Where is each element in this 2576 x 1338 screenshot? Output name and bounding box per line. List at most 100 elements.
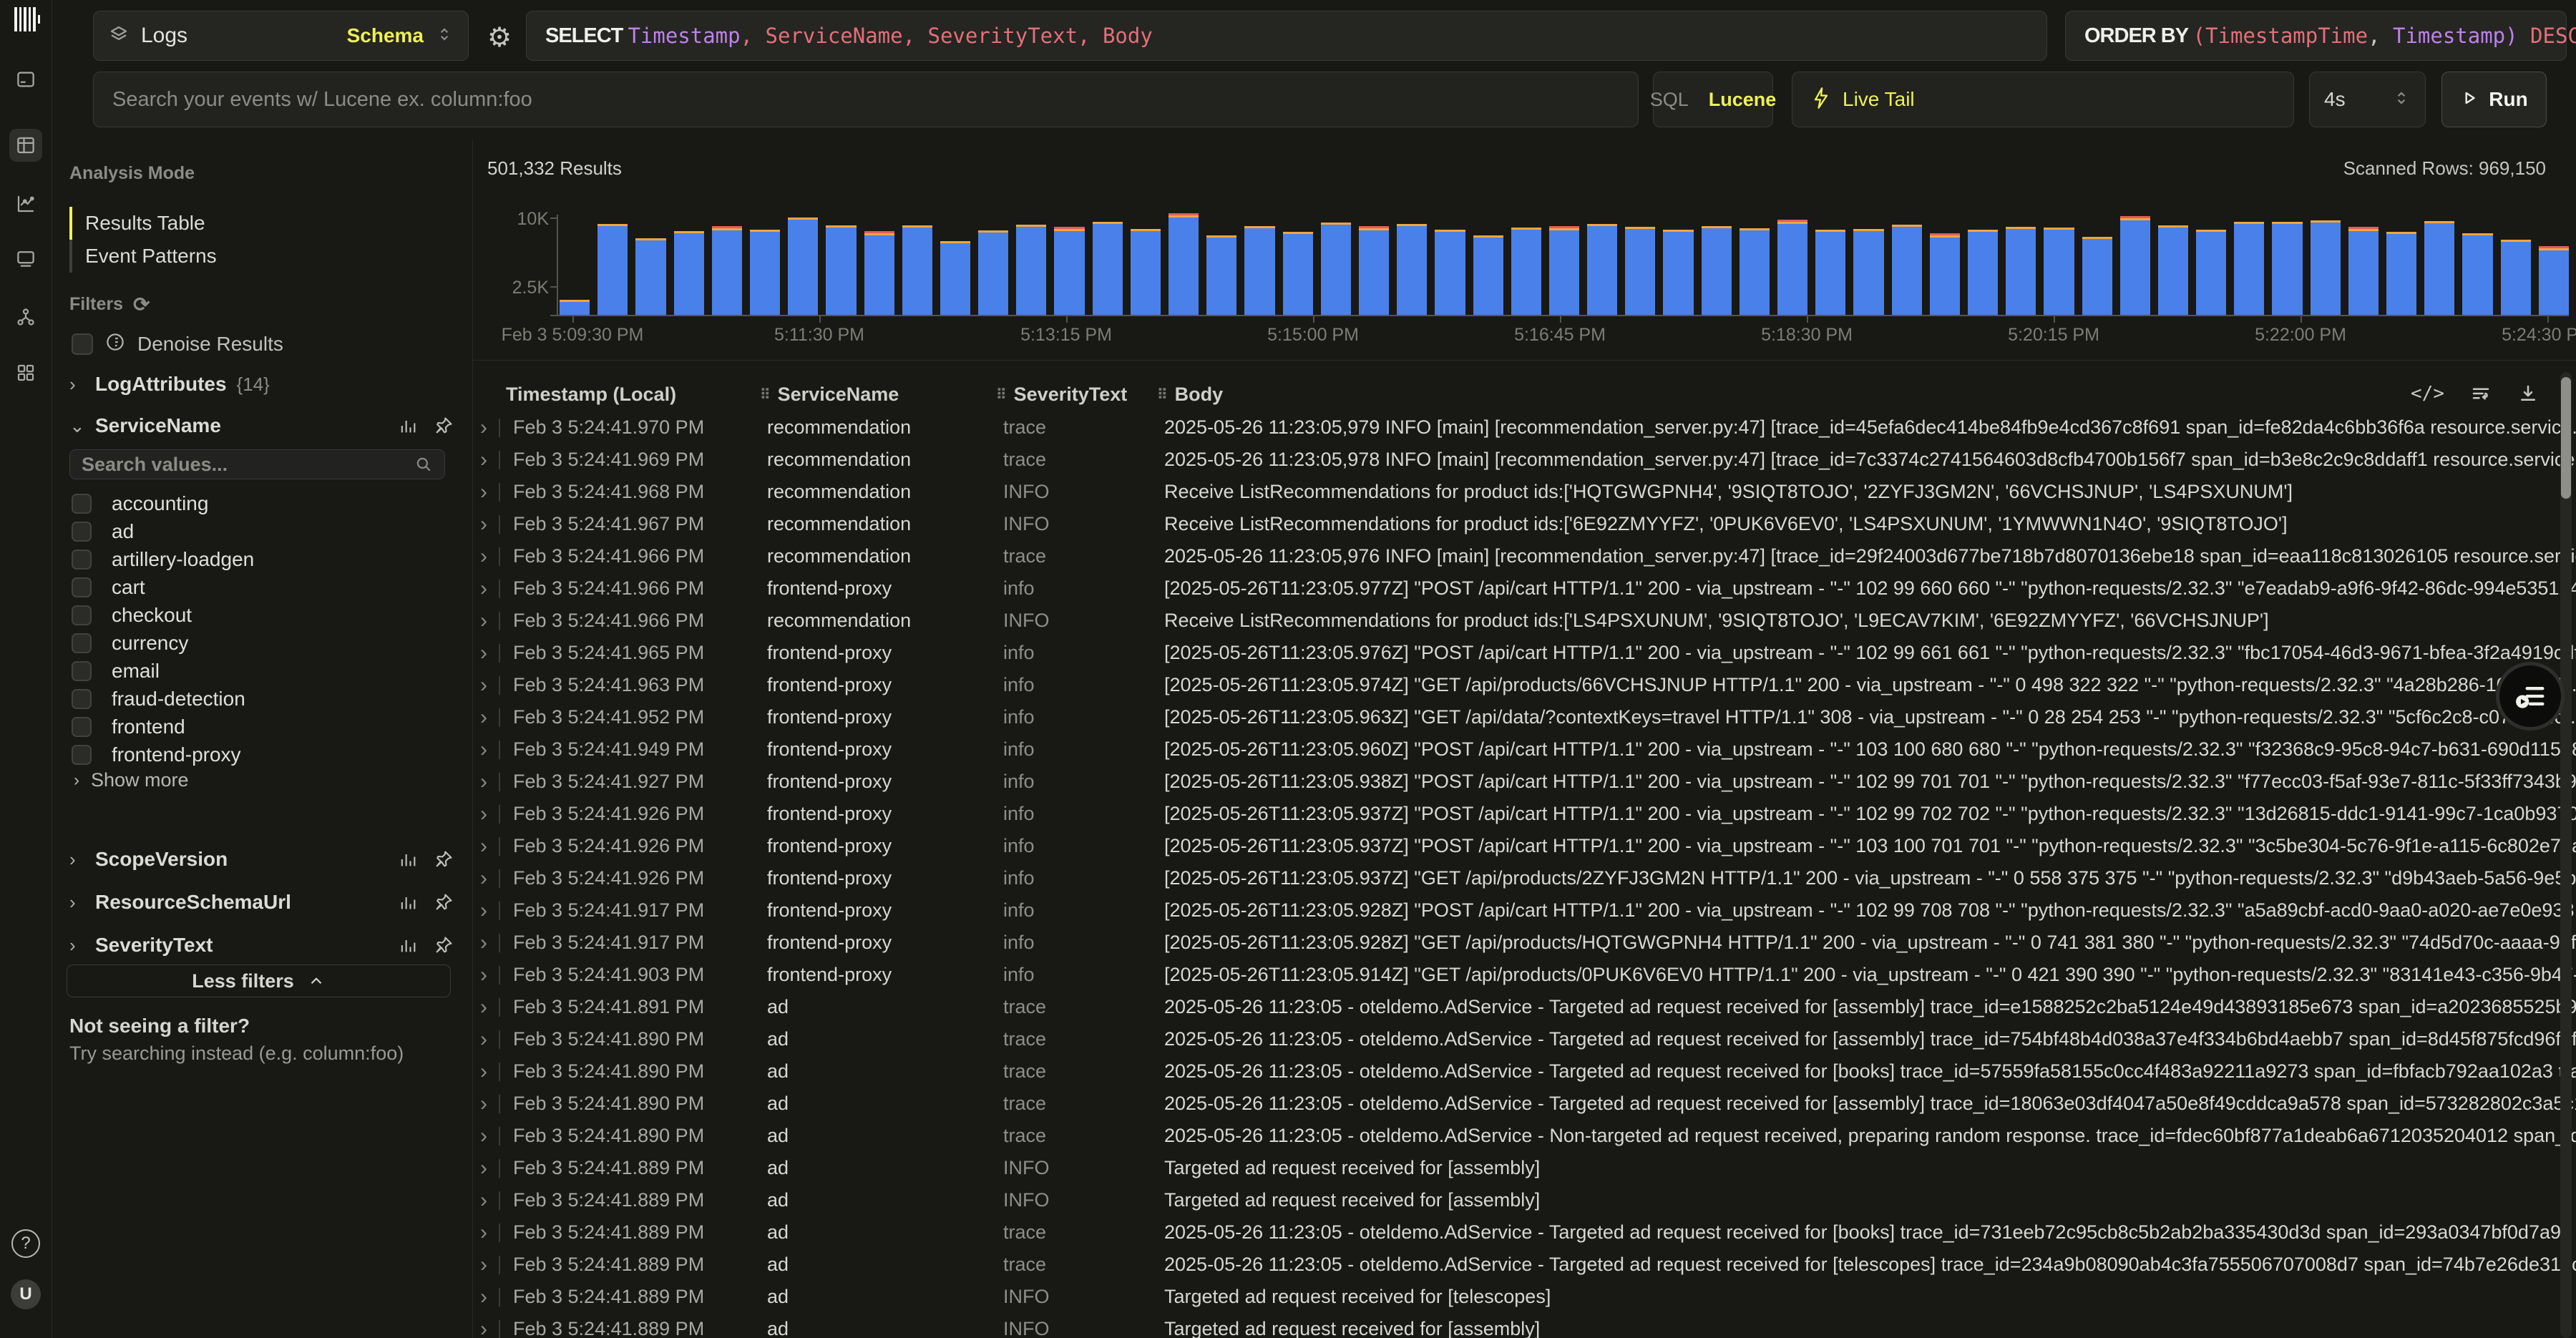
chart-bar[interactable]: [902, 225, 932, 315]
table-row[interactable]: ›Feb 3 5:24:41.966 PMrecommendationINFOR…: [473, 605, 2576, 637]
table-row[interactable]: ›Feb 3 5:24:41.890 PMadtrace2025-05-26 1…: [473, 1023, 2576, 1055]
expand-row-icon[interactable]: ›: [480, 609, 499, 633]
chart-bar[interactable]: [2501, 240, 2531, 315]
chart-bar[interactable]: [1283, 232, 1313, 315]
table-row[interactable]: ›Feb 3 5:24:41.889 PMadINFOTargeted ad r…: [473, 1184, 2576, 1216]
chart-bar[interactable]: [674, 231, 704, 315]
chart-bar[interactable]: [1131, 229, 1161, 315]
expand-row-icon[interactable]: ›: [480, 448, 499, 472]
chart-bar[interactable]: [2348, 227, 2379, 315]
search-input[interactable]: Search your events w/ Lucene ex. column:…: [93, 72, 1639, 127]
service-value-cart[interactable]: cart: [72, 574, 145, 601]
chart-bar[interactable]: [940, 241, 970, 315]
bar-chart-icon[interactable]: [398, 935, 418, 955]
pin-icon[interactable]: [434, 849, 454, 869]
column-header-body[interactable]: ⠿Body: [1157, 384, 2576, 406]
table-row[interactable]: ›Feb 3 5:24:41.890 PMadtrace2025-05-26 1…: [473, 1055, 2576, 1088]
chart-bar[interactable]: [2424, 221, 2454, 315]
checkbox[interactable]: [72, 494, 92, 514]
table-row[interactable]: ›Feb 3 5:24:41.890 PMadtrace2025-05-26 1…: [473, 1120, 2576, 1152]
user-avatar[interactable]: U: [11, 1279, 41, 1309]
chart-bar[interactable]: [2006, 227, 2036, 315]
chart-bar[interactable]: [2272, 222, 2302, 315]
chart-bar[interactable]: [2539, 246, 2569, 315]
table-row[interactable]: ›Feb 3 5:24:41.890 PMadtrace2025-05-26 1…: [473, 1088, 2576, 1120]
chart-bar[interactable]: [1815, 230, 1845, 315]
chart-bar[interactable]: [1206, 235, 1236, 315]
mode-event-patterns[interactable]: Event Patterns: [69, 240, 465, 273]
table-row[interactable]: ›Feb 3 5:24:41.952 PMfrontend-proxyinfo[…: [473, 701, 2576, 733]
pin-icon[interactable]: [434, 935, 454, 955]
chart-bar[interactable]: [712, 226, 742, 315]
table-row[interactable]: ›Feb 3 5:24:41.903 PMfrontend-proxyinfo[…: [473, 959, 2576, 991]
expand-row-icon[interactable]: ›: [480, 545, 499, 569]
search-values-input[interactable]: Search values...: [69, 449, 445, 479]
checkbox[interactable]: [72, 605, 92, 625]
expand-row-icon[interactable]: ›: [480, 577, 499, 601]
drag-handle-icon[interactable]: ⠿: [1157, 386, 1166, 404]
table-row[interactable]: ›Feb 3 5:24:41.917 PMfrontend-proxyinfo[…: [473, 927, 2576, 959]
column-header-severitytext[interactable]: ⠿SeverityText: [996, 384, 1157, 406]
expand-row-icon[interactable]: ›: [480, 1027, 499, 1052]
table-row[interactable]: ›Feb 3 5:24:41.889 PMadINFOTargeted ad r…: [473, 1281, 2576, 1313]
view-code-icon[interactable]: </>: [2411, 383, 2444, 404]
language-toggle[interactable]: SQL Lucene: [1653, 72, 1773, 127]
filter-group-scopeversion[interactable]: ›ScopeVersion: [69, 848, 454, 871]
filter-group-servicename[interactable]: ⌄ ServiceName: [69, 414, 454, 437]
live-tail-floating-button[interactable]: [2496, 662, 2565, 731]
scrollbar-thumb[interactable]: [2561, 377, 2571, 499]
chart-bar[interactable]: [1892, 225, 1922, 315]
gear-icon[interactable]: ⚙: [487, 21, 512, 54]
expand-row-icon[interactable]: ›: [480, 1156, 499, 1181]
expand-row-icon[interactable]: ›: [480, 1124, 499, 1148]
show-more-button[interactable]: › Show more: [74, 769, 189, 791]
vertical-scrollbar[interactable]: [2560, 372, 2572, 1338]
chart-bar[interactable]: [1702, 226, 1732, 315]
service-value-fraud-detection[interactable]: fraud-detection: [72, 685, 245, 713]
service-value-frontend-proxy[interactable]: frontend-proxy: [72, 741, 241, 768]
chart-bar[interactable]: [2082, 237, 2112, 315]
chart-bar[interactable]: [1777, 220, 1807, 315]
column-header-timestamp[interactable]: Timestamp (Local): [506, 384, 760, 406]
expand-row-icon[interactable]: ›: [480, 738, 499, 762]
table-row[interactable]: ›Feb 3 5:24:41.927 PMfrontend-proxyinfo[…: [473, 766, 2576, 798]
table-row[interactable]: ›Feb 3 5:24:41.967 PMrecommendationINFOR…: [473, 508, 2576, 540]
checkbox[interactable]: [72, 522, 92, 542]
chart-bar[interactable]: [2044, 228, 2074, 315]
chart-bar[interactable]: [1473, 235, 1503, 315]
wrap-lines-icon[interactable]: [2470, 383, 2492, 404]
service-value-email[interactable]: email: [72, 658, 160, 685]
drag-handle-icon[interactable]: ⠿: [996, 386, 1005, 404]
chart-bar[interactable]: [2462, 233, 2492, 315]
table-row[interactable]: ›Feb 3 5:24:41.970 PMrecommendationtrace…: [473, 411, 2576, 444]
source-selector[interactable]: Logs Schema: [93, 11, 469, 61]
chart-bar[interactable]: [1625, 227, 1655, 315]
table-row[interactable]: ›Feb 3 5:24:41.889 PMadtrace2025-05-26 1…: [473, 1216, 2576, 1249]
chart-bar[interactable]: [1930, 233, 1960, 315]
table-row[interactable]: ›Feb 3 5:24:41.891 PMadtrace2025-05-26 1…: [473, 991, 2576, 1023]
drag-handle-icon[interactable]: ⠿: [760, 386, 769, 404]
checkbox[interactable]: [72, 633, 92, 653]
bar-chart-icon[interactable]: [398, 892, 418, 912]
table-row[interactable]: ›Feb 3 5:24:41.889 PMadINFOTargeted ad r…: [473, 1313, 2576, 1338]
checkbox[interactable]: [72, 577, 92, 597]
pin-icon[interactable]: [434, 416, 454, 436]
service-value-accounting[interactable]: accounting: [72, 490, 208, 517]
chart-bar[interactable]: [1359, 226, 1389, 315]
refresh-icon[interactable]: ⟳: [133, 293, 150, 316]
refresh-interval-select[interactable]: 4s: [2309, 72, 2426, 127]
table-row[interactable]: ›Feb 3 5:24:41.917 PMfrontend-proxyinfo[…: [473, 894, 2576, 927]
expand-row-icon[interactable]: ›: [480, 931, 499, 955]
bar-chart-icon[interactable]: [398, 849, 418, 869]
chart-bar[interactable]: [560, 300, 590, 315]
expand-row-icon[interactable]: ›: [480, 1188, 499, 1213]
expand-row-icon[interactable]: ›: [480, 866, 499, 891]
table-row[interactable]: ›Feb 3 5:24:41.965 PMfrontend-proxyinfo[…: [473, 637, 2576, 669]
chart-bar[interactable]: [1169, 213, 1199, 315]
chart-bar[interactable]: [1093, 222, 1123, 315]
sessions-monitor-icon[interactable]: [9, 242, 42, 275]
live-tail-button[interactable]: Live Tail: [1792, 72, 2294, 127]
chart-explorer-icon[interactable]: [9, 187, 42, 220]
chart-bar[interactable]: [1549, 226, 1579, 315]
column-header-servicename[interactable]: ⠿ServiceName: [760, 384, 996, 406]
